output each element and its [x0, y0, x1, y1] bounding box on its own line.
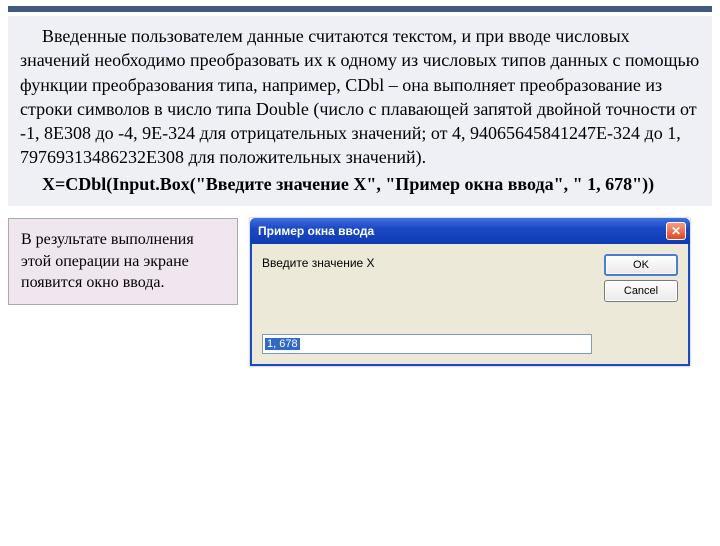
cancel-button[interactable]: Cancel [604, 280, 678, 302]
result-note: В результате выполнения этой операции на… [8, 218, 238, 305]
input-value: 1, 678 [265, 338, 300, 350]
ok-button[interactable]: OK [604, 254, 678, 276]
close-icon[interactable]: ✕ [666, 222, 686, 240]
dialog-prompt: Введите значение X [262, 254, 596, 270]
dialog-buttons: OK Cancel [604, 254, 678, 302]
bottom-row: В результате выполнения этой операции на… [8, 218, 712, 366]
paragraph-text: Введенные пользователем данные считаются… [20, 24, 700, 170]
explanation-panel: Введенные пользователем данные считаются… [8, 16, 712, 206]
dialog-titlebar[interactable]: Пример окна ввода ✕ [250, 218, 690, 244]
dialog-content-row: Введите значение X OK Cancel [262, 254, 678, 302]
code-example: X=CDbl(Input.Box("Введите значение X", "… [20, 172, 700, 196]
inputbox-dialog: Пример окна ввода ✕ Введите значение X O… [250, 218, 690, 366]
input-field[interactable]: 1, 678 [262, 334, 592, 354]
top-accent-line [8, 6, 712, 12]
dialog-body: Введите значение X OK Cancel 1, 678 [250, 244, 690, 366]
dialog-title: Пример окна ввода [258, 224, 666, 238]
